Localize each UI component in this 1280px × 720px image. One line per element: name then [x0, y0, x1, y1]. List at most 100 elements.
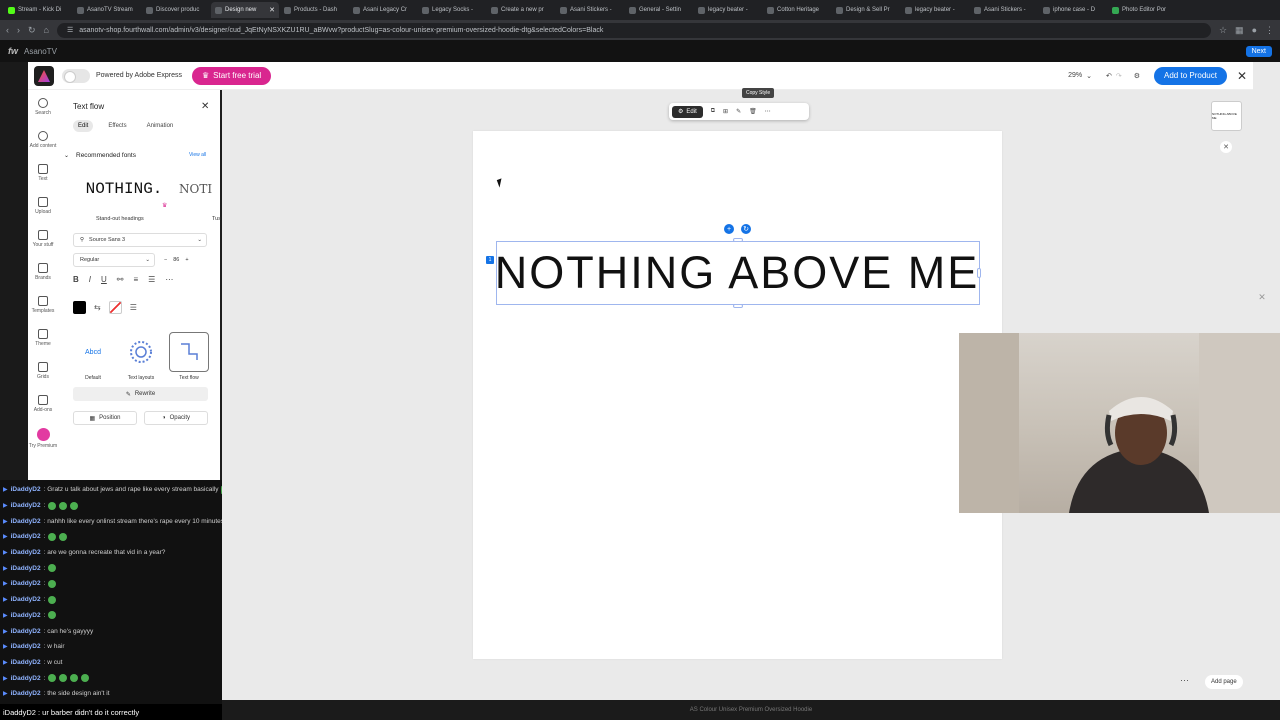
add-icon[interactable]: ⊞: [723, 108, 728, 115]
collapse-chevron-icon[interactable]: ⌄: [64, 152, 69, 159]
browser-tab[interactable]: Asani Stickers -: [970, 2, 1038, 18]
browser-tab[interactable]: iphone case - D: [1039, 2, 1107, 18]
resize-handle-right[interactable]: [977, 268, 981, 278]
browser-tab[interactable]: Asani Stickers -: [556, 2, 624, 18]
text-color-swatch[interactable]: [73, 301, 86, 314]
edit-button[interactable]: ⚙ Edit: [672, 105, 703, 118]
forward-icon[interactable]: ›: [17, 25, 20, 35]
close-icon[interactable]: ✕: [1237, 69, 1247, 83]
tab-close-icon[interactable]: ✕: [269, 6, 275, 14]
rewrite-button[interactable]: ✎ Rewrite: [73, 387, 208, 401]
browser-tab[interactable]: AsanoTV Stream: [73, 2, 141, 18]
browser-tab[interactable]: Design & Sell Pr: [832, 2, 900, 18]
resize-handle-bottom[interactable]: [733, 304, 743, 308]
font-preview-card[interactable]: NOTHING.: [73, 168, 175, 210]
add-to-product-button[interactable]: Add to Product: [1154, 66, 1227, 85]
browser-tab[interactable]: Photo Editor Por: [1108, 2, 1176, 18]
rail-item[interactable]: Grids: [28, 362, 58, 395]
overlay-close-icon[interactable]: ✕: [1256, 291, 1268, 303]
start-free-trial-button[interactable]: ♛ Start free trial: [192, 66, 272, 85]
font-weight-select[interactable]: Regular ⌄: [73, 253, 155, 267]
next-button[interactable]: Next: [1245, 45, 1272, 57]
spacing-icon[interactable]: ☰: [130, 303, 137, 312]
font-size-value[interactable]: 86: [173, 257, 179, 263]
panel-close-icon[interactable]: ✕: [201, 101, 209, 112]
profile-icon[interactable]: ●: [1252, 25, 1257, 35]
tab-animation[interactable]: Animation: [142, 120, 179, 132]
add-handle-icon[interactable]: +: [724, 224, 734, 234]
browser-tab[interactable]: Cotton Heritage: [763, 2, 831, 18]
share-icon[interactable]: ⚙: [1134, 72, 1140, 80]
font-size-stepper[interactable]: − 86 +: [164, 253, 208, 267]
rail-item[interactable]: Brands: [28, 263, 58, 296]
resize-handle-top[interactable]: [733, 238, 743, 242]
view-all-link[interactable]: View all: [189, 152, 206, 158]
design-canvas[interactable]: [473, 131, 1002, 659]
thumbnail-close-icon[interactable]: ✕: [1220, 141, 1232, 153]
home-icon[interactable]: ⌂: [44, 25, 49, 35]
align-icon[interactable]: ≡: [134, 275, 139, 284]
browser-tab[interactable]: Legacy Socks -: [418, 2, 486, 18]
bold-icon[interactable]: B: [73, 275, 79, 284]
add-page-button[interactable]: Add page: [1205, 675, 1243, 689]
adobe-express-logo-icon[interactable]: [34, 65, 54, 86]
font-preview-card[interactable]: NOTI: [179, 168, 223, 210]
site-info-icon[interactable]: ☰: [67, 26, 73, 34]
underline-icon[interactable]: U: [101, 275, 107, 284]
position-button[interactable]: ▦ Position: [73, 411, 137, 425]
italic-icon[interactable]: I: [89, 275, 91, 284]
mode-toggle[interactable]: [62, 68, 90, 83]
rail-item[interactable]: Add-ons: [28, 395, 58, 428]
no-fill-swatch[interactable]: [108, 301, 122, 314]
rotate-handle-icon[interactable]: ↻: [741, 224, 751, 234]
rail-item[interactable]: Add content: [28, 131, 58, 164]
canvas-text[interactable]: NOTHING ABOVE ME: [495, 247, 980, 299]
browser-tab[interactable]: Design new ✕: [211, 2, 279, 18]
browser-tab[interactable]: legacy beater -: [901, 2, 969, 18]
preset-text-layouts[interactable]: [121, 332, 161, 372]
rail-item[interactable]: Templates: [28, 296, 58, 329]
browser-tab[interactable]: Discover produc: [142, 2, 210, 18]
browser-tab[interactable]: legacy beater -: [694, 2, 762, 18]
preset-default[interactable]: Abcd: [73, 332, 113, 372]
reload-icon[interactable]: ↻: [28, 25, 36, 36]
plus-icon[interactable]: +: [185, 257, 188, 263]
rail-item[interactable]: Upload: [28, 197, 58, 230]
link-icon[interactable]: ⚯: [117, 275, 124, 284]
more-icon[interactable]: ⋯: [765, 108, 771, 115]
rail-item[interactable]: Theme: [28, 329, 58, 362]
zoom-control[interactable]: 29% ⌄ ↶ ↷ ⚙: [1068, 72, 1140, 80]
opacity-button[interactable]: ◑ Opacity: [144, 411, 208, 425]
list-icon[interactable]: ☰: [148, 275, 155, 284]
bookmark-label[interactable]: AsanoTV: [24, 47, 57, 56]
delete-icon[interactable]: 🗑: [749, 108, 757, 115]
menu-icon[interactable]: ⋮: [1265, 25, 1274, 36]
rail-item[interactable]: Your stuff: [28, 230, 58, 263]
minus-icon[interactable]: −: [164, 257, 167, 263]
undo-icon[interactable]: ↶: [1106, 72, 1112, 80]
browser-tab[interactable]: Stream - Kick Di: [4, 2, 72, 18]
browser-tab[interactable]: General - Settin: [625, 2, 693, 18]
swap-icon[interactable]: ⇆: [94, 303, 101, 312]
copy-style-icon[interactable]: ✎: [736, 108, 741, 115]
preset-text-flow[interactable]: [169, 332, 209, 372]
browser-tab[interactable]: Create a new pr: [487, 2, 555, 18]
address-bar[interactable]: ☰ asanotv-shop.fourthwall.com/admin/v3/d…: [56, 22, 1211, 38]
text-element[interactable]: NOTHING ABOVE ME: [495, 241, 980, 305]
redo-icon[interactable]: ↷: [1116, 72, 1122, 80]
rail-item[interactable]: Try Premium: [28, 428, 58, 461]
tab-effects[interactable]: Effects: [103, 120, 131, 132]
page-thumbnail[interactable]: NOTHING ABOVE ME: [1211, 101, 1242, 131]
tab-edit[interactable]: Edit: [73, 120, 94, 132]
more-icon[interactable]: ⋯: [165, 275, 173, 284]
bookmark-star-icon[interactable]: ☆: [1219, 25, 1227, 36]
back-icon[interactable]: ‹: [6, 25, 9, 35]
font-family-select[interactable]: ⚲ Source Sans 3 ⌄: [73, 233, 207, 247]
extensions-icon[interactable]: ▦: [1235, 25, 1244, 36]
browser-tab[interactable]: Products - Dash: [280, 2, 348, 18]
rail-item[interactable]: Search: [28, 98, 58, 131]
rail-item[interactable]: Text: [28, 164, 58, 197]
browser-tab[interactable]: Asani Legacy Cr: [349, 2, 417, 18]
duplicate-icon[interactable]: ⧉: [711, 108, 715, 115]
more-icon[interactable]: ⋯: [1180, 675, 1189, 686]
